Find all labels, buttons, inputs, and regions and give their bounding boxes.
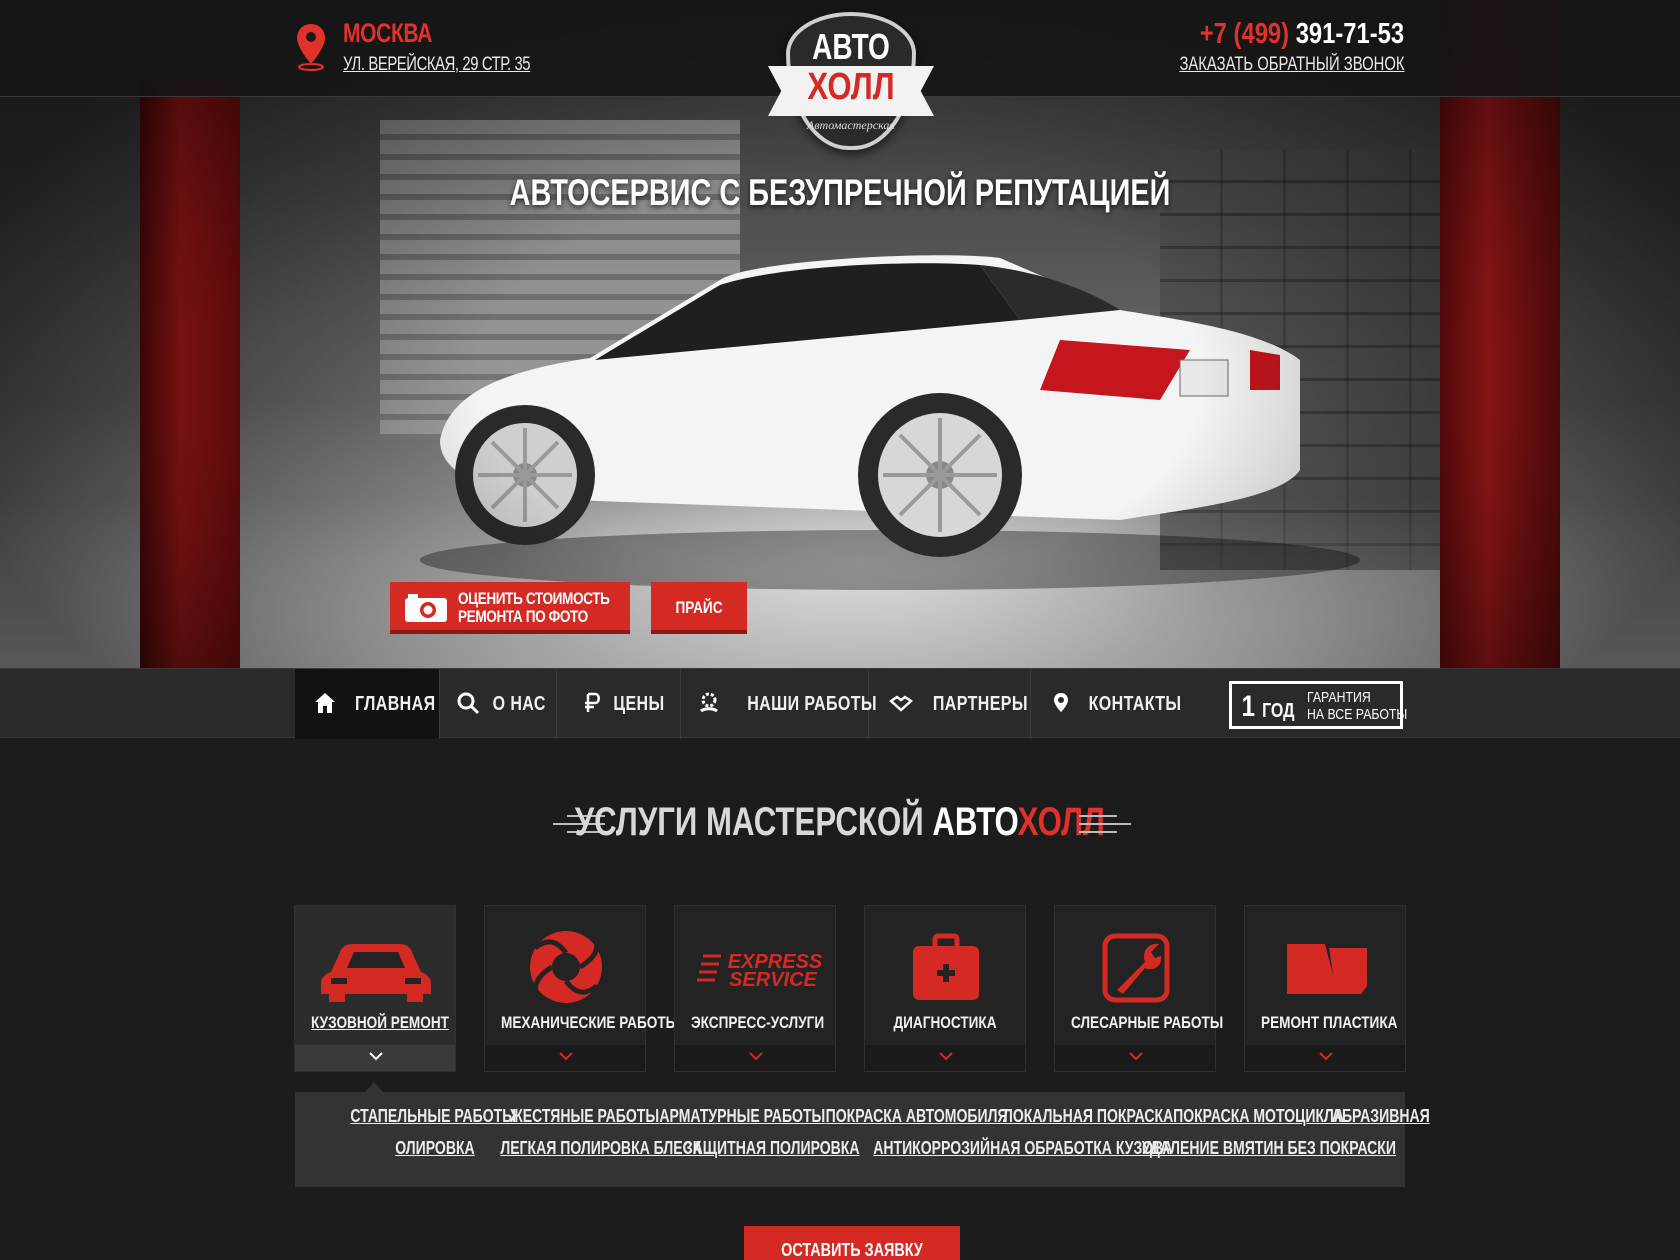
address-link[interactable]: УЛ. ВЕРЕЙСКАЯ, 29 СТР. 35 — [343, 54, 531, 76]
service-label: ЭКСПРЕСС-УСЛУГИ — [691, 1013, 825, 1032]
card-toggle[interactable] — [485, 1045, 645, 1071]
subservice-link[interactable]: АБРАЗИВНАЯ — [1332, 1106, 1430, 1127]
service-card-mechanical[interactable]: МЕХАНИЧЕСКИЕ РАБОТЫ — [484, 905, 679, 1072]
handshake-icon — [889, 695, 913, 712]
subservice-link[interactable]: ЗАЩИТНАЯ ПОЛИРОВКА — [684, 1138, 860, 1159]
subpanel-pointer — [365, 1082, 383, 1092]
chevron-down-icon — [369, 1052, 383, 1061]
broken-plastic-icon — [1287, 944, 1367, 994]
map-pin-icon — [297, 24, 325, 71]
request-button[interactable]: ОСТАВИТЬ ЗАЯВКУ — [744, 1226, 960, 1260]
car-icon — [321, 944, 431, 1002]
gear-icon — [530, 931, 602, 1003]
chevron-down-icon — [749, 1052, 763, 1061]
logo-subtitle: Автомастерская — [807, 118, 895, 132]
subservice-link[interactable]: УДАЛЕНИЕ ВМЯТИН БЕЗ ПОКРАСКИ — [1142, 1138, 1396, 1159]
body-repair-subservices: СТАПЕЛЬНЫЕ РАБОТЫ ЖЕСТЯНЫЕ РАБОТЫ АРМАТУ… — [295, 1092, 1430, 1187]
service-label: КУЗОВНОЙ РЕМОНТ — [311, 1013, 449, 1032]
subservice-link[interactable]: АНТИКОРРОЗИЙНАЯ ОБРАБОТКА КУЗОВА — [873, 1138, 1172, 1159]
title-decor-right — [1079, 815, 1131, 833]
warranty-line1: ГАРАНТИЯ — [1307, 689, 1371, 706]
service-card-diagnostics[interactable]: ДИАГНОСТИКА — [864, 905, 1026, 1072]
nav-item-prices[interactable]: ЦЕНЫ — [557, 669, 681, 739]
hero-tagline: АВТОСЕРВИС С БЕЗУПРЕЧНОЙ РЕПУТАЦИЕЙ — [509, 172, 1171, 213]
service-card-locksmith[interactable]: СЛЕСАРНЫЕ РАБОТЫ — [1054, 905, 1224, 1072]
service-label: РЕМОНТ ПЛАСТИКА — [1261, 1013, 1398, 1032]
wrench-icon — [1102, 933, 1170, 1003]
chevron-down-icon — [1319, 1052, 1333, 1061]
search-icon — [457, 692, 480, 715]
medkit-icon — [913, 933, 979, 1000]
estimate-button-line1: ОЦЕНИТЬ СТОИМОСТЬ — [458, 589, 610, 608]
service-label: ДИАГНОСТИКА — [893, 1013, 997, 1032]
services-title: УСЛУГИ МАСТЕРСКОЙ АВТОХОЛЛ — [0, 800, 1680, 845]
service-card-express[interactable]: EXPRESS SERVICE ЭКСПРЕСС-УСЛУГИ — [674, 905, 836, 1072]
services-title-main: УСЛУГИ МАСТЕРСКОЙ — [574, 800, 933, 844]
subservice-link[interactable]: СТАПЕЛЬНЫЕ РАБОТЫ — [350, 1106, 516, 1127]
subservice-link[interactable]: ЛЕГКАЯ ПОЛИРОВКА БЛЕСК — [500, 1138, 701, 1159]
subservice-link[interactable]: ЛОКАЛЬНАЯ ПОКРАСКА — [1003, 1106, 1173, 1127]
price-button-label: ПРАЙС — [675, 598, 723, 617]
main-nav: ГЛАВНАЯ О НАС ЦЕНЫ НАШИ РАБОТЫ ПАРТНЕРЫ … — [0, 668, 1680, 739]
home-icon — [315, 693, 335, 713]
card-toggle[interactable] — [1055, 1045, 1215, 1071]
gear-hand-icon — [700, 692, 718, 713]
logo-text-bottom: ХОЛЛ — [807, 66, 895, 108]
estimate-by-photo-button[interactable]: ОЦЕНИТЬ СТОИМОСТЬ РЕМОНТА ПО ФОТО — [390, 582, 630, 634]
card-toggle[interactable] — [675, 1045, 835, 1071]
warranty-line2: НА ВСЕ РАБОТЫ — [1307, 706, 1408, 723]
estimate-button-label: ОЦЕНИТЬ СТОИМОСТЬ РЕМОНТА ПО ФОТО — [458, 590, 610, 626]
warranty-unit: ГОД — [1262, 700, 1295, 722]
subservice-link[interactable]: АРМАТУРНЫЕ РАБОТЫ — [659, 1106, 825, 1127]
nav-item-about[interactable]: О НАС — [440, 669, 557, 739]
chevron-down-icon — [1129, 1052, 1143, 1061]
location-icon — [1054, 693, 1068, 712]
card-toggle[interactable] — [865, 1045, 1025, 1071]
subservice-link[interactable]: ПОКРАСКА МОТОЦИКЛА — [1173, 1106, 1344, 1127]
estimate-button-line2: РЕМОНТА ПО ФОТО — [458, 607, 588, 626]
service-label: МЕХАНИЧЕСКИЕ РАБОТЫ — [501, 1013, 679, 1032]
express-service-icon: EXPRESS SERVICE — [697, 951, 823, 991]
nav-label-works: НАШИ РАБОТЫ — [747, 693, 877, 715]
site-logo[interactable]: АВТО ХОЛЛ Автомастерская — [768, 12, 934, 152]
logo-text-top: АВТО — [812, 26, 890, 67]
service-card-plastic-repair[interactable]: РЕМОНТ ПЛАСТИКА — [1244, 905, 1406, 1072]
nav-item-partners[interactable]: ПАРТНЕРЫ — [869, 669, 1031, 739]
warranty-text: ГАРАНТИЯ НА ВСЕ РАБОТЫ — [1307, 689, 1407, 723]
card-toggle[interactable] — [295, 1045, 455, 1071]
request-button-label: ОСТАВИТЬ ЗАЯВКУ — [781, 1240, 923, 1260]
nav-label-home: ГЛАВНАЯ — [355, 693, 436, 715]
ruble-icon — [585, 692, 600, 712]
card-toggle[interactable] — [1245, 1045, 1405, 1071]
callback-link[interactable]: ЗАКАЗАТЬ ОБРАТНЫЙ ЗВОНОК — [1179, 54, 1404, 76]
nav-item-contacts[interactable]: КОНТАКТЫ — [1031, 669, 1181, 739]
subservice-link[interactable]: ПОКРАСКА АВТОМОБИЛЯ — [826, 1106, 1008, 1127]
phone-number[interactable]: +7 (499) 391-71-53 — [1200, 18, 1404, 51]
service-label: СЛЕСАРНЫЕ РАБОТЫ — [1071, 1013, 1224, 1032]
chevron-down-icon — [559, 1052, 573, 1061]
nav-label-about: О НАС — [492, 693, 546, 715]
camera-icon — [405, 594, 447, 622]
city-name: МОСКВА — [343, 18, 433, 48]
services-title-white: АВТО — [932, 800, 1018, 844]
subservice-link[interactable]: ЖЕСТЯНЫЕ РАБОТЫ — [510, 1106, 659, 1127]
chevron-down-icon — [939, 1052, 953, 1061]
warranty-number: 1 — [1241, 690, 1256, 723]
phone-digits: 391-71-53 — [1295, 18, 1404, 50]
price-button[interactable]: ПРАЙС — [651, 582, 747, 634]
nav-item-works[interactable]: НАШИ РАБОТЫ — [681, 669, 877, 739]
subservice-link[interactable]: ОЛИРОВКА — [395, 1138, 474, 1159]
nav-label-prices: ЦЕНЫ — [613, 693, 665, 715]
nav-label-partners: ПАРТНЕРЫ — [932, 693, 1028, 715]
service-card-body-repair[interactable]: КУЗОВНОЙ РЕМОНТ — [294, 905, 456, 1072]
subservice-links: СТАПЕЛЬНЫЕ РАБОТЫ ЖЕСТЯНЫЕ РАБОТЫ АРМАТУ… — [309, 1106, 1429, 1176]
warranty-badge: 1 ГОД ГАРАНТИЯ НА ВСЕ РАБОТЫ — [1229, 681, 1407, 729]
nav-label-contacts: КОНТАКТЫ — [1088, 693, 1182, 715]
nav-item-home[interactable]: ГЛАВНАЯ — [295, 669, 440, 739]
phone-code: +7 (499) — [1199, 18, 1289, 50]
svg-text:SERVICE: SERVICE — [729, 969, 817, 991]
